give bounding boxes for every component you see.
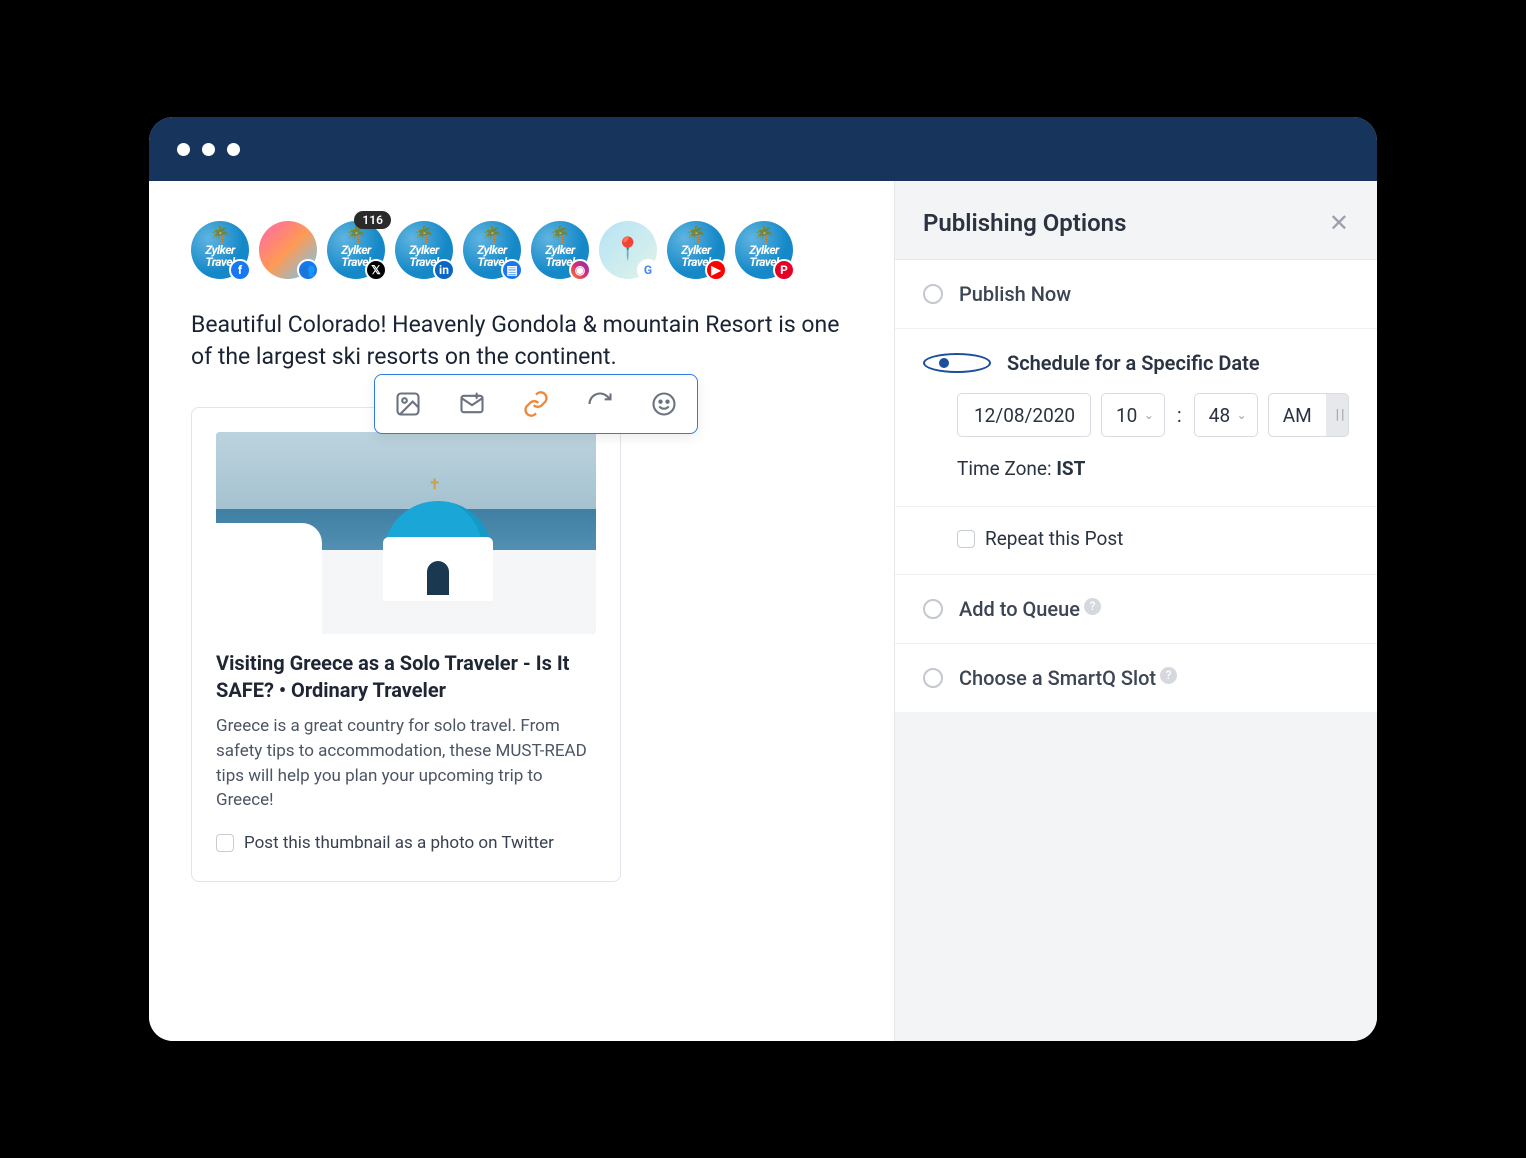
refresh-icon[interactable] (585, 389, 615, 419)
tw-network-icon: 𝕏 (365, 259, 387, 281)
panel-body: Publish Now Schedule for a Specific Date… (895, 260, 1377, 712)
fb-network-icon: f (229, 259, 251, 281)
channel-selector: 🌴ZylkerTravelf👥🌴ZylkerTravel116𝕏🌴ZylkerT… (191, 221, 852, 279)
checkbox-label: Repeat this Post (985, 527, 1123, 550)
option-publish-now[interactable]: Publish Now (895, 260, 1377, 329)
timezone-label: Time Zone: IST (957, 457, 1349, 480)
schedule-controls: 12/08/2020 10 ⌄ : 48 ⌄ AM || (895, 381, 1377, 506)
date-field[interactable]: 12/08/2020 (957, 393, 1091, 437)
composer-toolbar (374, 374, 698, 434)
option-label: Publish Now (959, 282, 1071, 306)
channel-chip[interactable]: 🌴ZylkerTravel◉ (531, 221, 589, 279)
radio-icon (923, 284, 943, 304)
am-label: AM (1269, 394, 1326, 436)
fg-network-icon: 👥 (297, 259, 319, 281)
li-network-icon: in (433, 259, 455, 281)
option-label: Schedule for a Specific Date (1007, 351, 1260, 375)
panel-header: Publishing Options ✕ (895, 181, 1377, 260)
window-dot (202, 143, 215, 156)
checkbox-icon (216, 834, 234, 852)
yt-network-icon: ▶ (705, 259, 727, 281)
card-body: Visiting Greece as a Solo Traveler - Is … (192, 650, 620, 853)
post-text[interactable]: Beautiful Colorado! Heavenly Gondola & m… (191, 309, 852, 373)
hour-value: 10 (1116, 404, 1137, 427)
publishing-panel: Publishing Options ✕ Publish Now Schedul… (894, 181, 1377, 1041)
link-icon[interactable] (521, 389, 551, 419)
app-window: 🌴ZylkerTravelf👥🌴ZylkerTravel116𝕏🌴ZylkerT… (149, 117, 1377, 1041)
option-label: Add to Queue? (959, 597, 1101, 621)
titlebar (149, 117, 1377, 181)
time-separator: : (1175, 403, 1184, 427)
channel-chip[interactable]: 👥 (259, 221, 317, 279)
channel-chip[interactable]: 🌴ZylkerTravel▤ (463, 221, 521, 279)
option-add-to-queue[interactable]: Add to Queue? (895, 575, 1377, 644)
channel-chip[interactable]: 🌴ZylkerTravelin (395, 221, 453, 279)
help-icon[interactable]: ? (1084, 598, 1101, 615)
pi-network-icon: P (773, 259, 795, 281)
compose-icon[interactable] (457, 389, 487, 419)
minute-select[interactable]: 48 ⌄ (1194, 393, 1258, 437)
window-dot (227, 143, 240, 156)
chevron-down-icon: ⌄ (1237, 408, 1247, 422)
channel-chip[interactable]: 🌴ZylkerTravelP (735, 221, 793, 279)
ig-network-icon: ◉ (569, 259, 591, 281)
channel-chip[interactable]: 🌴ZylkerTravel▶ (667, 221, 725, 279)
channel-chip[interactable]: 📍G (599, 221, 657, 279)
chevron-down-icon: ⌄ (1144, 408, 1154, 422)
link-preview-card: ✝ Visiting Greece as a Solo Traveler - I… (191, 407, 621, 882)
help-icon[interactable]: ? (1160, 667, 1177, 684)
emoji-icon[interactable] (649, 389, 679, 419)
minute-value: 48 (1209, 404, 1230, 427)
count-badge: 116 (354, 211, 391, 229)
radio-icon (923, 668, 943, 688)
link-description: Greece is a great country for solo trave… (216, 714, 596, 813)
image-icon[interactable] (393, 389, 423, 419)
gb-network-icon: ▤ (501, 259, 523, 281)
link-thumbnail: ✝ (216, 432, 596, 634)
checkbox-icon (957, 530, 975, 548)
option-smartq[interactable]: Choose a SmartQ Slot? (895, 644, 1377, 712)
channel-chip[interactable]: 🌴ZylkerTravel116𝕏 (327, 221, 385, 279)
close-icon[interactable]: ✕ (1329, 211, 1349, 235)
ampm-toggle[interactable]: AM || (1268, 393, 1349, 437)
main-layout: 🌴ZylkerTravelf👥🌴ZylkerTravel116𝕏🌴ZylkerT… (149, 181, 1377, 1041)
twitter-thumbnail-checkbox[interactable]: Post this thumbnail as a photo on Twitte… (216, 833, 596, 853)
window-dot (177, 143, 190, 156)
link-title: Visiting Greece as a Solo Traveler - Is … (216, 650, 596, 704)
channel-chip[interactable]: 🌴ZylkerTravelf (191, 221, 249, 279)
checkbox-label: Post this thumbnail as a photo on Twitte… (244, 833, 554, 853)
radio-icon (923, 353, 991, 373)
hour-select[interactable]: 10 ⌄ (1101, 393, 1165, 437)
pm-label: || (1326, 394, 1349, 436)
radio-icon (923, 599, 943, 619)
composer-pane: 🌴ZylkerTravelf👥🌴ZylkerTravel116𝕏🌴ZylkerT… (149, 181, 894, 1041)
go-network-icon: G (637, 259, 659, 281)
option-schedule[interactable]: Schedule for a Specific Date (895, 329, 1377, 381)
panel-title: Publishing Options (923, 209, 1126, 237)
repeat-post-checkbox[interactable]: Repeat this Post (895, 506, 1377, 575)
option-label: Choose a SmartQ Slot? (959, 666, 1177, 690)
